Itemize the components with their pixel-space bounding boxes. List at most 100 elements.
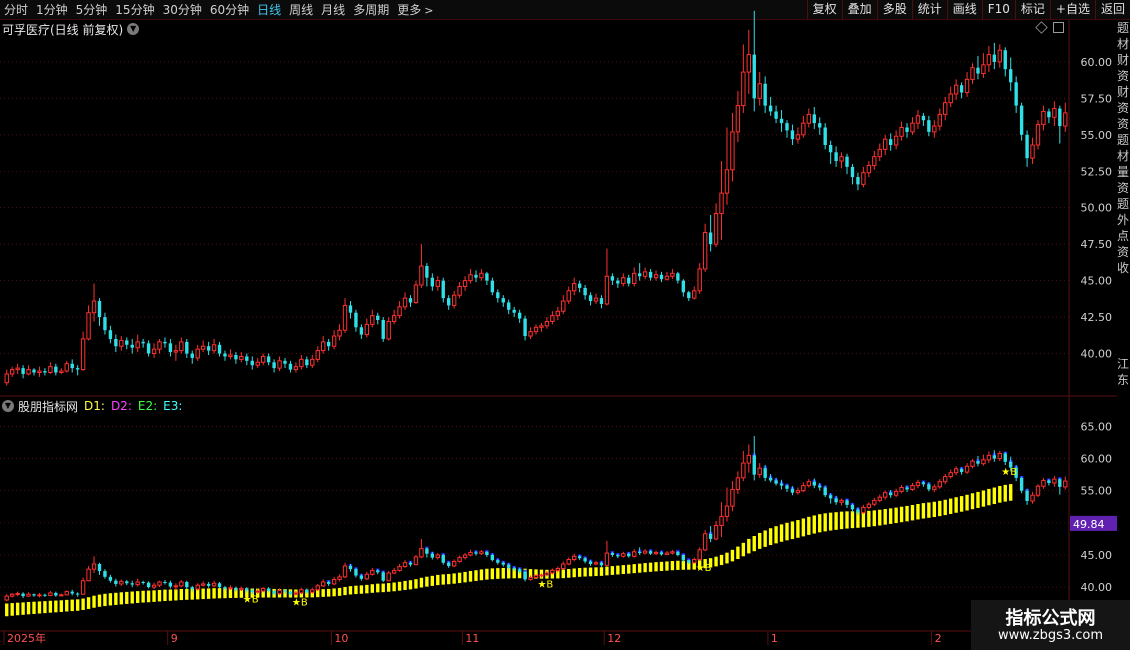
candle-body	[135, 341, 140, 349]
ind-candle-body	[163, 582, 167, 583]
ribbon-bar	[425, 576, 429, 587]
candle-body	[970, 67, 975, 80]
ribbon-bar	[70, 599, 74, 612]
chart-area[interactable]: ★B ★B ★B ★B ★B 60.00 57.50 55.00 52.50 50.00 47.5…	[0, 0, 1117, 650]
ribbon-bar	[921, 503, 926, 519]
candle-body	[692, 290, 697, 299]
ind-candle-body	[381, 572, 385, 581]
ind-candle-body	[277, 589, 282, 595]
side-strip-char: 财	[1117, 85, 1130, 99]
candle-body	[283, 360, 287, 364]
candle-body	[599, 298, 604, 304]
candle-body	[1041, 110, 1046, 126]
ind-candle-body	[533, 575, 539, 578]
main-y-tick: 55.00	[1081, 129, 1113, 142]
candle-body	[752, 54, 756, 99]
ribbon-bar	[10, 603, 14, 616]
ind-candle-body	[15, 593, 20, 596]
candle-body	[823, 127, 827, 145]
candle-body	[1009, 69, 1013, 83]
side-strip-char: 外	[1117, 213, 1130, 227]
candle-body	[676, 273, 680, 281]
ind-candle-body	[697, 549, 702, 560]
ribbon-bar	[37, 601, 42, 614]
ind-candle-body	[250, 590, 254, 593]
candle-body	[976, 67, 980, 74]
ribbon-bar	[174, 589, 178, 601]
candle-body	[32, 369, 36, 373]
candle-body	[708, 232, 713, 245]
ind-candle-body	[823, 487, 827, 496]
ribbon-bar	[65, 599, 69, 612]
candle-body	[447, 298, 451, 306]
ind-candle-body	[419, 548, 424, 558]
ind-y-tick: 65.00	[1081, 420, 1113, 433]
ind-candle-body	[255, 590, 260, 593]
ribbon-bar	[752, 536, 756, 552]
ind-candle-body	[512, 567, 516, 570]
candle-body	[114, 338, 118, 347]
ind-candle-body	[1035, 485, 1041, 496]
ribbon-bar	[577, 568, 582, 577]
ribbon-bar	[567, 569, 571, 578]
ribbon-bar	[86, 597, 91, 609]
side-strip-char: 收	[1117, 261, 1130, 275]
ind-candle-body	[54, 592, 58, 596]
ind-candle-body	[687, 560, 691, 563]
ind-candle-body	[97, 564, 102, 572]
watermark-title: 指标公式网	[1005, 608, 1096, 629]
ind-candle-body	[583, 558, 587, 562]
candle-body	[260, 355, 266, 363]
ind-candle-body	[447, 562, 451, 566]
ind-candle-body	[288, 591, 293, 595]
ind-candle-body	[234, 587, 238, 590]
candle-body	[593, 297, 599, 302]
ribbon-bar	[823, 513, 827, 532]
ind-candle-body	[135, 581, 140, 586]
candle-body	[228, 354, 233, 357]
candle-body	[866, 164, 872, 174]
candle-body	[845, 156, 849, 167]
ind-candle-body	[828, 495, 833, 499]
candle-body	[1003, 50, 1007, 70]
x-axis-label: 12	[607, 632, 621, 645]
ribbon-bar	[561, 569, 565, 579]
ind-candle-body	[211, 582, 217, 587]
candle-body	[217, 344, 222, 354]
candle-body	[490, 280, 495, 293]
candle-body	[141, 341, 145, 344]
ribbon-bar	[179, 588, 184, 601]
ind-candle-body	[376, 570, 380, 573]
candle-body	[719, 192, 724, 215]
ind-candle-body	[915, 481, 921, 487]
candle-body	[779, 118, 784, 124]
candle-body	[790, 130, 795, 140]
ind-candle-body	[834, 498, 838, 503]
ind-candle-body	[103, 571, 107, 577]
ribbon-bar	[185, 588, 189, 600]
ind-candle-body	[408, 562, 413, 565]
ind-candle-body	[299, 589, 304, 594]
ind-candle-body	[80, 580, 86, 595]
ribbon-bar	[610, 566, 615, 575]
candle-body	[915, 115, 921, 124]
ind-candle-body	[899, 487, 904, 492]
candle-body	[932, 125, 937, 133]
candle-body	[670, 272, 675, 277]
candle-body	[795, 134, 801, 140]
candle-body	[702, 232, 708, 270]
ribbon-bar	[59, 600, 63, 612]
ribbon-bar	[414, 579, 418, 589]
ribbon-bar	[119, 592, 124, 605]
side-strip-char	[1117, 340, 1130, 356]
ribbon-bar	[359, 585, 364, 594]
ribbon-bar	[572, 568, 576, 578]
ind-candle-body	[872, 499, 877, 505]
ind-candle-body	[986, 454, 992, 461]
ind-candle-body	[905, 487, 909, 490]
ind-candle-body	[708, 533, 713, 539]
ind-candle-body	[653, 551, 659, 555]
ribbon-bar	[212, 588, 216, 599]
side-strip-char	[1117, 276, 1130, 292]
ind-candle-body	[70, 591, 74, 594]
